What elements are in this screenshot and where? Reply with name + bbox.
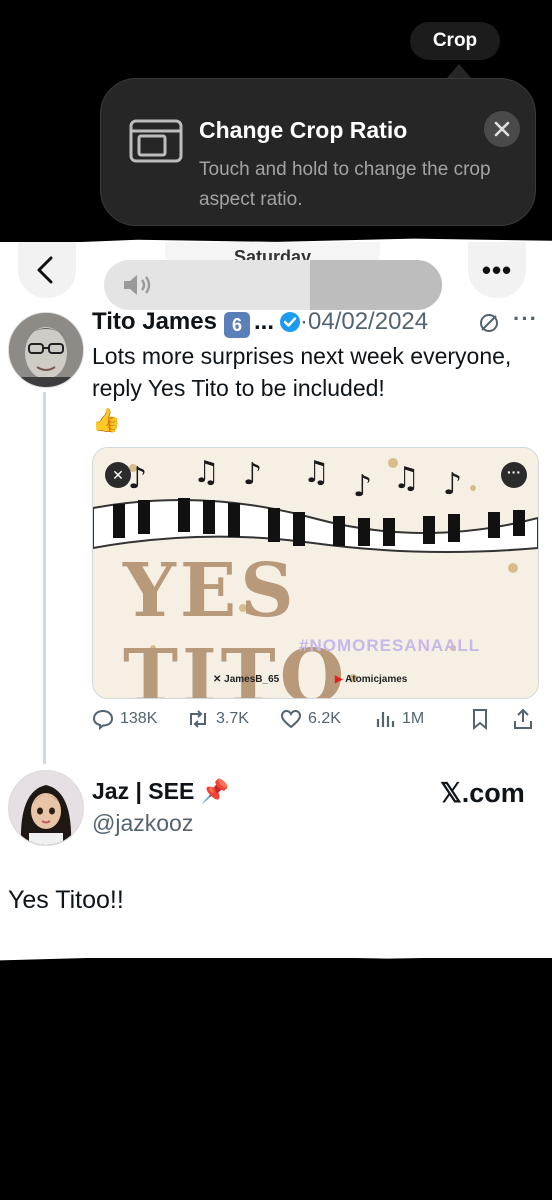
thread-line [43,392,46,764]
youtube-icon: ▶ [335,674,343,685]
volume-fill [310,260,442,310]
thumbs-up-emoji: 👍 [92,407,121,433]
media-close-icon[interactable]: ✕ [105,462,131,488]
tooltip-title: Change Crop Ratio [199,117,408,143]
tooltip-arrow [447,64,471,78]
crop-ratio-tooltip: Change Crop Ratio Touch and hold to chan… [100,78,536,226]
chevron-left-icon [37,256,53,284]
share-button[interactable] [512,708,534,730]
torn-edge-bottom [0,946,552,961]
reply-button[interactable]: 138K [92,708,157,730]
repost-button[interactable]: 3.7K [186,708,249,730]
credit-x-text: JamesB_65 [224,674,280,685]
reply-text: Yes Titoo!! [8,886,124,914]
speaker-icon [122,273,156,302]
repost-icon [190,710,206,728]
heart-icon [280,709,302,729]
svg-text:♫: ♫ [193,455,220,490]
crop-ratio-icon [129,119,183,168]
bookmark-button[interactable] [470,708,490,730]
tweet-screenshot: Saturday ••• Tito James 6 ... ·04/02/202… [0,242,552,958]
name-ellipsis: ... [254,308,275,335]
tweet-date[interactable]: ·04/02/2024 [300,308,428,336]
author-name[interactable]: Tito James [92,308,217,336]
x-com-watermark: 𝕏.com [440,778,525,808]
reply-author-name: Jaz | SEE [92,778,195,804]
reply-icon [92,709,114,730]
date-value: 04/02/2024 [308,308,429,335]
media-title: YES TITO [123,548,349,699]
credit-youtube-text: Atomicjames [345,674,408,685]
tweet-more-button[interactable]: ··· [513,306,538,332]
reply-count: 138K [120,710,158,727]
svg-text:♪: ♪ [243,457,262,492]
tweet-media[interactable]: ♪ ♫ ♪ ♫ ♪ ♫ ♪ YES TITO #NOMORESANAALL ✕ Jame… [92,447,539,699]
svg-text:♪: ♪ [443,467,462,502]
avatar[interactable] [8,312,84,388]
back-button[interactable] [18,242,76,298]
verified-icon [279,311,301,338]
tweet-body: Lots more surprises next week everyone, … [92,343,512,401]
share-icon [514,708,532,729]
media-hashtag: #NOMORESANAALL [299,636,481,655]
svg-text:♪: ♪ [128,461,147,496]
views-count: 1M [402,710,425,727]
reply-avatar[interactable] [8,770,84,846]
close-icon[interactable] [484,111,520,147]
repost-count: 3.7K [216,710,249,727]
number-badge: 6 [224,312,250,338]
tweet-text: Lots more surprises next week everyone, … [92,340,542,436]
svg-text:♫: ♫ [393,461,420,496]
views-button[interactable]: 1M [374,708,424,730]
more-button[interactable]: ••• [468,242,526,298]
volume-indicator [104,260,442,310]
views-icon [376,712,395,727]
bookmark-icon [473,709,487,730]
like-button[interactable]: 6.2K [280,708,341,730]
credit-youtube: ▶ Atomicjames [335,674,407,685]
credit-x: ✕ JamesB_65 [213,674,280,685]
pin-emoji: 📌 [200,778,230,804]
tweet-actions: 138K 3.7K 6.2K 1M [92,708,542,736]
date-separator: · [300,308,308,335]
svg-text:♪: ♪ [353,469,372,504]
grok-icon[interactable] [478,312,500,339]
tooltip-body: Touch and hold to change the crop aspect… [199,159,491,210]
media-more-icon[interactable]: ··· [501,462,527,488]
reply-author[interactable]: Jaz | SEE 📌 [92,778,229,805]
crop-button[interactable]: Crop [410,22,500,60]
svg-text:♫: ♫ [303,455,330,490]
reply-handle[interactable]: @jazkooz [92,810,193,837]
like-count: 6.2K [308,710,341,727]
